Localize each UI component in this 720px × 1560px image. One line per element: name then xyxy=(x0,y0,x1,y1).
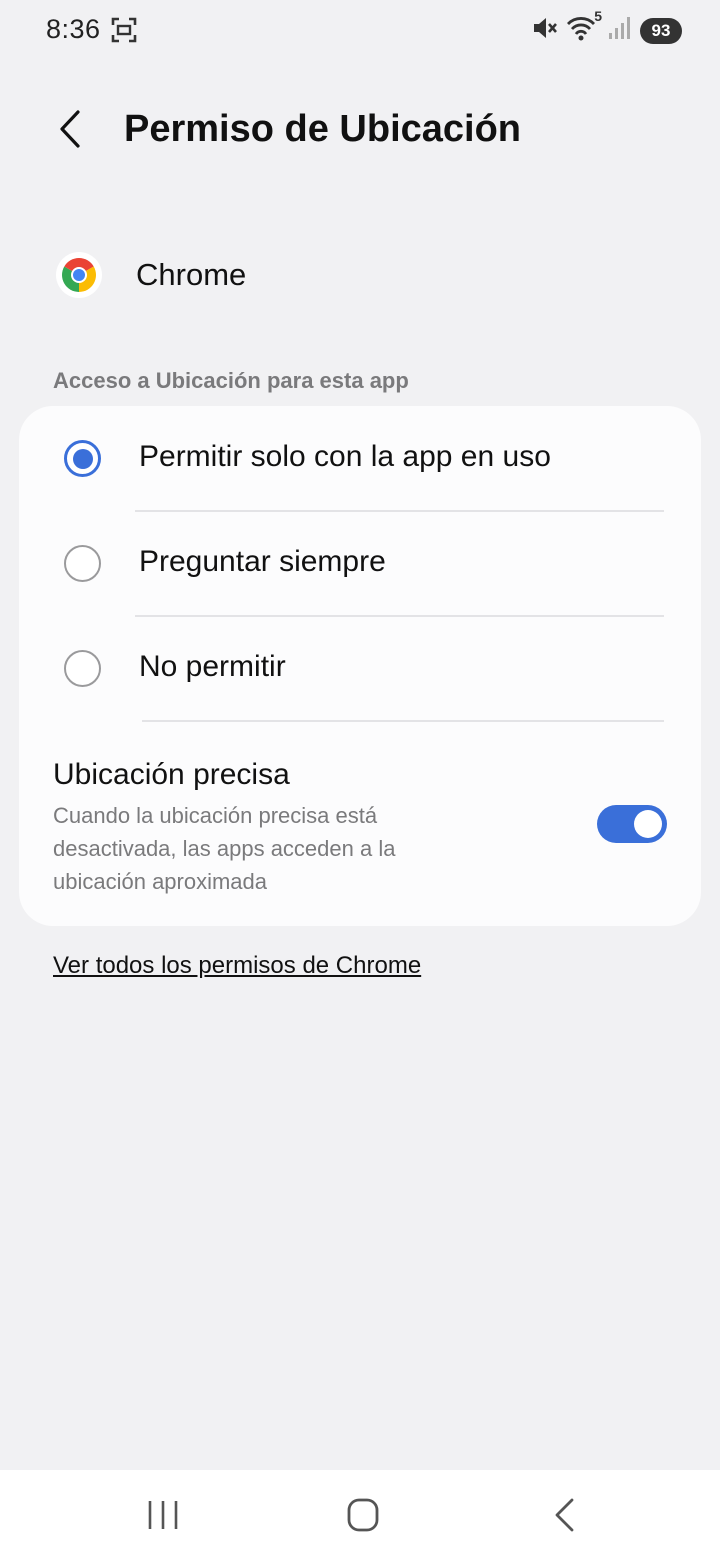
battery-icon: 93 xyxy=(640,17,682,44)
option-ask-always[interactable]: Preguntar siempre xyxy=(19,511,701,616)
recents-icon[interactable] xyxy=(146,1496,180,1539)
option-deny[interactable]: No permitir xyxy=(19,616,701,721)
radio-button[interactable] xyxy=(64,545,101,582)
chrome-icon xyxy=(56,252,102,298)
app-row: Chrome xyxy=(56,245,246,305)
radio-button[interactable] xyxy=(64,650,101,687)
precise-location-title: Ubicación precisa xyxy=(53,758,290,791)
option-label: Permitir solo con la app en uso xyxy=(139,440,551,473)
all-permissions-link[interactable]: Ver todos los permisos de Chrome xyxy=(53,952,421,980)
status-time: 8:36 xyxy=(46,14,101,44)
signal-icon xyxy=(608,15,632,46)
screen: 8:36 5 93 Permiso de Ubicación Chrome Ac… xyxy=(0,0,720,1560)
back-button[interactable] xyxy=(52,106,92,152)
home-icon[interactable] xyxy=(345,1496,381,1539)
precise-location-toggle[interactable] xyxy=(597,805,667,843)
header: Permiso de Ubicación xyxy=(0,90,720,170)
option-label: Preguntar siempre xyxy=(139,545,386,578)
navigation-bar xyxy=(0,1470,720,1560)
toggle-knob xyxy=(634,810,662,838)
chevron-left-icon xyxy=(60,110,80,148)
section-label: Acceso a Ubicación para esta app xyxy=(53,368,409,393)
divider xyxy=(142,720,664,722)
back-icon[interactable] xyxy=(548,1496,582,1539)
app-name: Chrome xyxy=(136,257,247,292)
wifi-icon: 5 xyxy=(566,8,602,47)
option-label: No permitir xyxy=(139,650,286,683)
screenshot-icon xyxy=(110,16,138,49)
status-bar: 8:36 5 93 xyxy=(0,0,720,60)
option-allow-while-in-use[interactable]: Permitir solo con la app en uso xyxy=(19,406,701,511)
radio-button-selected[interactable] xyxy=(64,440,101,477)
page-title: Permiso de Ubicación xyxy=(124,108,522,150)
mute-icon xyxy=(532,14,558,47)
location-options-card: Permitir solo con la app en uso Pregunta… xyxy=(19,406,701,926)
precise-location-description: Cuando la ubicación precisa está desacti… xyxy=(53,803,396,894)
wifi-band-label: 5 xyxy=(594,8,602,24)
status-icons: 5 93 xyxy=(524,8,682,47)
